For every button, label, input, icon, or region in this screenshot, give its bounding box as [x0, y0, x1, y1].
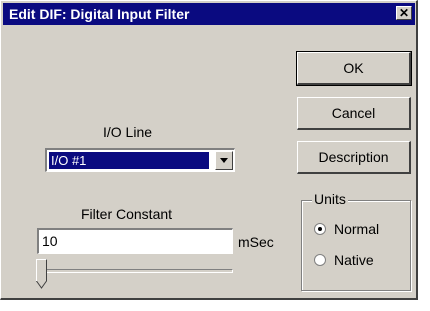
ok-button[interactable]: OK	[296, 51, 412, 86]
filter-slider-thumb[interactable]	[36, 259, 47, 289]
cancel-button-label: Cancel	[331, 105, 376, 121]
radio-native-indicator[interactable]	[314, 254, 326, 266]
cancel-button[interactable]: Cancel	[297, 97, 411, 130]
close-icon: ✕	[398, 6, 410, 20]
units-legend: Units	[312, 191, 348, 207]
radio-native[interactable]: Native	[314, 252, 374, 268]
filter-constant-input[interactable]: 10	[37, 228, 233, 254]
filter-constant-label: Filter Constant	[81, 206, 173, 222]
close-button[interactable]: ✕	[396, 6, 412, 20]
filter-slider-track[interactable]	[39, 269, 233, 273]
io-line-selected-value: I/O #1	[48, 151, 210, 170]
window-title: Edit DIF: Digital Input Filter	[9, 6, 190, 22]
dialog-window: Edit DIF: Digital Input Filter ✕ OK Canc…	[0, 0, 418, 300]
title-bar[interactable]: Edit DIF: Digital Input Filter ✕	[3, 3, 415, 25]
units-group: Units Normal Native	[301, 191, 411, 291]
chevron-down-icon[interactable]	[215, 151, 233, 170]
io-line-label: I/O Line	[103, 124, 153, 140]
description-button[interactable]: Description	[297, 141, 411, 174]
description-button-label: Description	[318, 149, 389, 165]
radio-normal-indicator[interactable]	[314, 223, 326, 235]
radio-normal-label: Normal	[334, 221, 380, 237]
radio-native-label: Native	[334, 252, 374, 268]
radio-normal[interactable]: Normal	[314, 221, 379, 237]
ok-button-label: OK	[343, 60, 364, 76]
unit-label: mSec	[238, 234, 274, 250]
io-line-dropdown[interactable]: I/O #1	[45, 148, 235, 172]
